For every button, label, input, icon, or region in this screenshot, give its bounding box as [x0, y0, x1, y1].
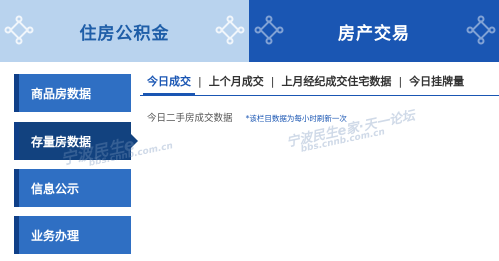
sidebar-item-business-handling[interactable]: 业务办理	[14, 216, 131, 254]
sidebar-item-label: 业务办理	[31, 228, 80, 243]
tab-housing-fund[interactable]: 住房公积金	[0, 0, 249, 62]
knot-pattern-icon	[254, 15, 284, 45]
info-label: 今日二手房成交数据	[147, 113, 233, 124]
active-arrow-icon	[131, 134, 138, 148]
subtab-bar: 今日成交 | 上个月成交 | 上月经纪成交住宅数据 | 今日挂牌量	[140, 68, 499, 94]
tab-property-trading[interactable]: 房产交易	[249, 0, 499, 62]
knot-pattern-icon	[466, 15, 496, 45]
top-tabs: 住房公积金 房产交易	[0, 0, 499, 62]
subtab-today-listings[interactable]: 今日挂牌量	[402, 73, 471, 89]
sidebar-item-existing-housing-data[interactable]: 存量房数据	[14, 122, 138, 160]
sidebar-item-label: 存量房数据	[31, 134, 92, 149]
content-panel: 今日成交 | 上个月成交 | 上月经纪成交住宅数据 | 今日挂牌量 今日二手房成…	[140, 62, 499, 261]
sidebar-item-label: 商品房数据	[31, 86, 92, 101]
sidebar: 商品房数据 存量房数据 信息公示 业务办理	[0, 62, 138, 261]
subtab-divider	[140, 95, 499, 96]
subtab-last-month-deals[interactable]: 上个月成交	[202, 73, 271, 89]
knot-pattern-icon	[215, 15, 245, 45]
subtab-last-month-broker-residential[interactable]: 上月经纪成交住宅数据	[274, 73, 398, 89]
knot-pattern-icon	[4, 15, 34, 45]
sidebar-item-new-housing-data[interactable]: 商品房数据	[14, 74, 131, 112]
refresh-note: *该栏目数据为每小时刷新一次	[245, 114, 347, 123]
tab-property-trading-label: 房产交易	[338, 23, 410, 44]
sidebar-item-information-disclosure[interactable]: 信息公示	[14, 169, 131, 207]
info-row: 今日二手房成交数据 *该栏目数据为每小时刷新一次	[147, 106, 347, 125]
tab-housing-fund-label: 住房公积金	[79, 23, 170, 44]
sidebar-item-label: 信息公示	[31, 181, 80, 196]
subtab-today-deals[interactable]: 今日成交	[140, 73, 198, 89]
